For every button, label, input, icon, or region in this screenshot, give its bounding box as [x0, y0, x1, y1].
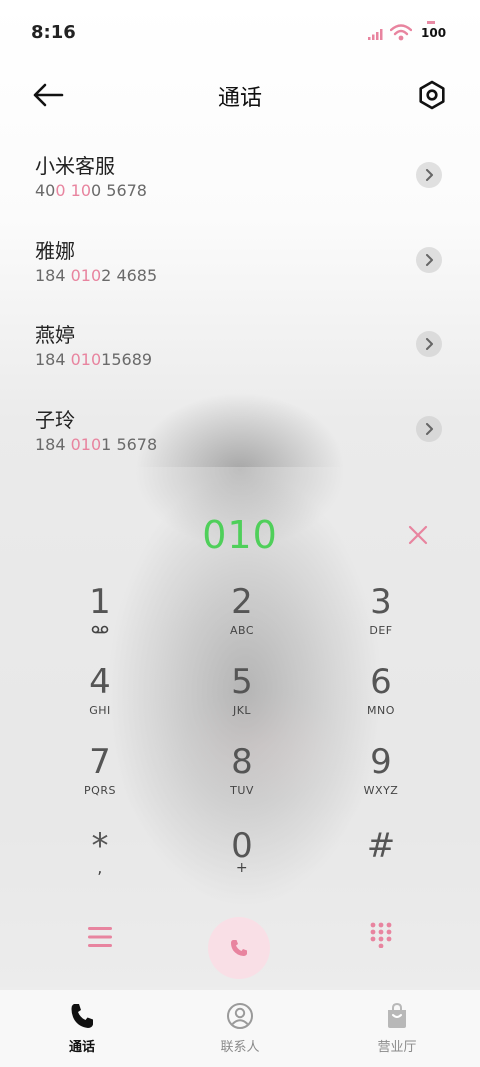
wifi-icon	[390, 24, 412, 41]
chevron-right-icon	[426, 423, 433, 435]
tab-service-hall[interactable]: 营业厅	[347, 1002, 447, 1055]
phone-call-icon	[231, 940, 247, 956]
contact-name: 雅娜	[35, 239, 75, 263]
contact-name: 小米客服	[35, 154, 115, 178]
contact-detail-button[interactable]	[416, 162, 442, 188]
status-time: 8:16	[31, 22, 76, 43]
dial-key-star[interactable]: * ,	[45, 826, 155, 896]
contact-row[interactable]: 雅娜 184 0102 4685	[0, 235, 480, 305]
dial-key-7[interactable]: 7 PQRS	[45, 742, 155, 812]
keypad-toggle-icon[interactable]	[370, 922, 392, 948]
contact-number: 400 100 5678	[35, 181, 147, 200]
contact-number: 184 0102 4685	[35, 266, 158, 285]
tab-contacts[interactable]: 联系人	[190, 1002, 290, 1055]
contact-row[interactable]: 子玲 184 0101 5678	[0, 404, 480, 474]
call-button[interactable]	[208, 917, 270, 979]
hexagon-settings-icon[interactable]	[417, 80, 447, 110]
shopping-bag-icon	[388, 1002, 406, 1028]
contact-detail-button[interactable]	[416, 331, 442, 357]
signal-icon	[368, 29, 383, 40]
contact-row[interactable]: 小米客服 400 100 5678	[0, 150, 480, 220]
dial-key-3[interactable]: 3 DEF	[326, 582, 436, 652]
tab-label: 通话	[68, 1040, 95, 1055]
contact-name: 子玲	[35, 408, 75, 432]
voicemail-icon	[91, 625, 109, 634]
page-title: 通话	[217, 86, 262, 111]
chevron-right-icon	[426, 254, 433, 266]
status-bar: 8:16 100	[0, 0, 480, 68]
dial-key-1[interactable]: 1	[45, 582, 155, 652]
phone-icon	[71, 1004, 93, 1028]
top-app-bar: 通话	[0, 72, 480, 118]
battery-icon: 100	[418, 21, 447, 42]
dial-key-4[interactable]: 4 GHI	[45, 662, 155, 732]
contact-row[interactable]: 燕婷 184 01015689	[0, 319, 480, 389]
dial-key-6[interactable]: 6 MNO	[326, 662, 436, 732]
chevron-right-icon	[426, 338, 433, 350]
contact-number: 184 01015689	[35, 350, 153, 369]
dial-key-5[interactable]: 5 JKL	[187, 662, 297, 732]
person-icon	[227, 1003, 253, 1029]
bottom-tab-bar: 通话 联系人 营业厅	[0, 990, 480, 1067]
menu-icon[interactable]	[86, 924, 114, 950]
contact-number: 184 0101 5678	[35, 435, 158, 454]
contact-name: 燕婷	[35, 323, 75, 347]
contact-detail-button[interactable]	[416, 247, 442, 273]
dial-key-9[interactable]: 9 WXYZ	[326, 742, 436, 812]
dial-key-hash[interactable]: #	[326, 826, 436, 896]
chevron-right-icon	[426, 169, 433, 181]
battery-level: 100	[421, 26, 447, 40]
clear-icon[interactable]	[405, 522, 431, 548]
tab-label: 联系人	[220, 1040, 260, 1055]
dial-key-0[interactable]: 0 +	[187, 826, 297, 896]
dial-key-2[interactable]: 2 ABC	[187, 582, 297, 652]
contact-detail-button[interactable]	[416, 416, 442, 442]
tab-label: 营业厅	[377, 1040, 417, 1055]
tab-calls[interactable]: 通话	[32, 1002, 132, 1055]
dial-key-8[interactable]: 8 TUV	[187, 742, 297, 812]
